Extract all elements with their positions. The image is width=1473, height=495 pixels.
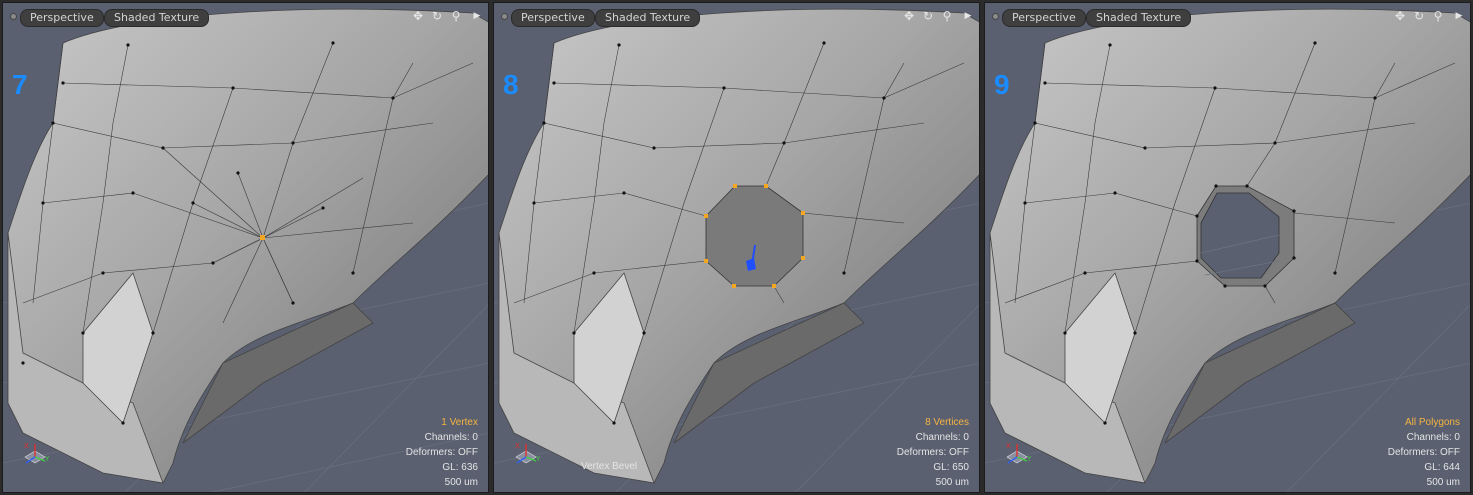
axis-gizmo-icon: X Y	[24, 442, 50, 464]
viewport-menu-icon[interactable]	[992, 13, 999, 20]
viewport-menu-icon[interactable]	[501, 13, 508, 20]
axis-gizmo-icon: X Y	[1006, 442, 1032, 464]
deformers-info: Deformers: OFF	[1387, 447, 1460, 458]
active-tool-label: Vertex Bevel	[581, 461, 638, 472]
gl-info: GL: 650	[933, 462, 969, 473]
svg-text:Y: Y	[1026, 455, 1032, 463]
perspective-view-button[interactable]: Perspective	[20, 9, 104, 27]
move-view-icon[interactable]: ✥	[901, 8, 917, 24]
selection-info: 1 Vertex	[441, 417, 478, 428]
rotate-view-icon[interactable]: ↻	[920, 8, 936, 24]
move-view-icon[interactable]: ✥	[410, 8, 426, 24]
grid-size-info: 500 um	[935, 477, 969, 488]
viewport-toolbar: Perspective Shaded Texture ✥ ↻ ⚲ ▶	[985, 3, 1470, 29]
channels-info: Channels: 0	[915, 432, 969, 443]
expand-arrow-icon[interactable]: ▶	[1451, 8, 1467, 24]
viewport-info: All Polygons Channels: 0 Deformers: OFF …	[1388, 415, 1460, 490]
viewport-1[interactable]: Perspective Shaded Texture ✥ ↻ ⚲ ▶ 7 1 V…	[2, 2, 489, 493]
step-number: 9	[994, 69, 1010, 100]
shading-mode-button[interactable]: Shaded Texture	[104, 9, 210, 27]
deformers-info: Deformers: OFF	[896, 447, 969, 458]
step-number: 8	[503, 69, 519, 100]
viewport-menu-icon[interactable]	[10, 13, 17, 20]
selection-info: All Polygons	[1404, 417, 1460, 428]
svg-text:Y: Y	[535, 455, 541, 463]
viewport-info: 8 Vertices Channels: 0 Deformers: OFF GL…	[897, 415, 969, 490]
svg-text:Y: Y	[44, 455, 50, 463]
gl-info: GL: 644	[1424, 462, 1460, 473]
viewport-info: 1 Vertex Channels: 0 Deformers: OFF GL: …	[406, 415, 478, 490]
perspective-view-button[interactable]: Perspective	[1002, 9, 1086, 27]
shading-mode-button[interactable]: Shaded Texture	[595, 9, 701, 27]
expand-arrow-icon[interactable]: ▶	[469, 8, 485, 24]
expand-arrow-icon[interactable]: ▶	[960, 8, 976, 24]
channels-info: Channels: 0	[1406, 432, 1460, 443]
axis-gizmo-icon: X Y	[515, 442, 541, 464]
selection-info: 8 Vertices	[925, 417, 969, 428]
viewport-toolbar: Perspective Shaded Texture ✥ ↻ ⚲ ▶	[3, 3, 488, 29]
svg-text:X: X	[24, 442, 29, 450]
svg-text:X: X	[1006, 442, 1011, 450]
zoom-view-icon[interactable]: ⚲	[939, 8, 955, 24]
viewport-3[interactable]: Perspective Shaded Texture ✥ ↻ ⚲ ▶ 9 All…	[984, 2, 1471, 493]
move-view-icon[interactable]: ✥	[1392, 8, 1408, 24]
shading-mode-button[interactable]: Shaded Texture	[1086, 9, 1192, 27]
step-number: 7	[12, 69, 28, 100]
channels-info: Channels: 0	[424, 432, 478, 443]
viewport-2[interactable]: Perspective Shaded Texture ✥ ↻ ⚲ ▶ 8 8 V…	[493, 2, 980, 493]
grid-size-info: 500 um	[444, 477, 478, 488]
grid-size-info: 500 um	[1426, 477, 1460, 488]
rotate-view-icon[interactable]: ↻	[1411, 8, 1427, 24]
gl-info: GL: 636	[442, 462, 478, 473]
deformers-info: Deformers: OFF	[405, 447, 478, 458]
zoom-view-icon[interactable]: ⚲	[448, 8, 464, 24]
perspective-view-button[interactable]: Perspective	[511, 9, 595, 27]
zoom-view-icon[interactable]: ⚲	[1430, 8, 1446, 24]
rotate-view-icon[interactable]: ↻	[429, 8, 445, 24]
selected-vertex[interactable]	[260, 235, 265, 240]
viewport-toolbar: Perspective Shaded Texture ✥ ↻ ⚲ ▶	[494, 3, 979, 29]
svg-text:X: X	[515, 442, 520, 450]
